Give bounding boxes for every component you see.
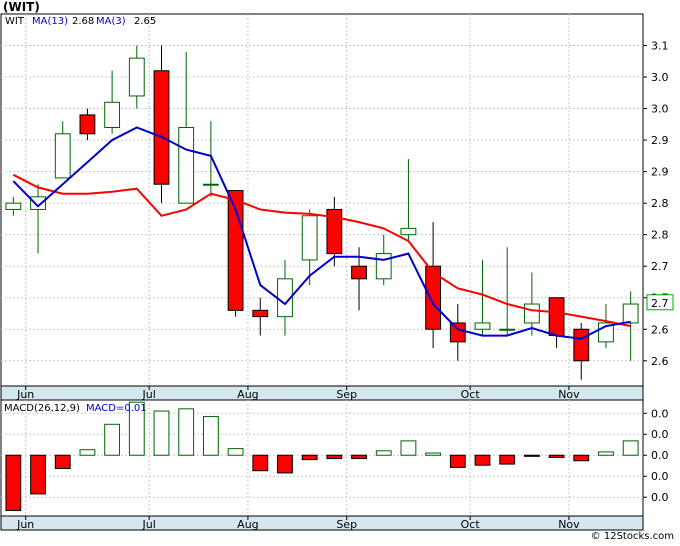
price-panel: 2.6 2.6 2.7 2.7 2.8 2.8 2.9 2.9 3.0 3.0 3.1 Jun Jul A… [0, 13, 674, 401]
x-tick-label: Nov [558, 388, 580, 401]
candle-down [153, 70, 170, 185]
macd-bar-negative [449, 454, 466, 468]
x-tick-label: Aug [237, 518, 258, 531]
y-tick-label: 3.0 [651, 103, 669, 116]
candle-up [400, 227, 417, 236]
candle-up [54, 133, 71, 179]
y-tick-label: 2.8 [651, 229, 669, 242]
x-tick-label: Oct [461, 388, 481, 401]
macd-legend-label: MACD(26,12,9) [4, 403, 80, 414]
macd-bar-negative [5, 454, 22, 511]
y-tick-label: 3.0 [651, 71, 669, 84]
macd-bar-negative [54, 454, 71, 469]
x-tick-label: Nov [558, 518, 580, 531]
macd-bar-negative [474, 454, 491, 466]
candle-up [301, 215, 318, 261]
candle-down [573, 328, 590, 362]
price-plot-area [0, 13, 644, 387]
y-tick-label: 0.0 [651, 470, 669, 483]
y-tick-label: 2.9 [651, 134, 669, 147]
x-tick-label: Oct [461, 518, 481, 531]
x-tick-label: Jul [142, 388, 156, 401]
macd-bar-negative [252, 454, 269, 472]
macd-bar-negative [277, 454, 293, 474]
macd-bar-positive [104, 423, 121, 456]
macd-bar-positive [202, 416, 219, 456]
macd-bar-positive [375, 450, 392, 456]
candle-up [622, 303, 639, 324]
macd-bar-negative [499, 454, 516, 465]
candle-up [178, 126, 195, 204]
x-axis-band [0, 385, 644, 401]
macd-bar-negative [351, 454, 367, 460]
macd-plot-area [0, 399, 644, 517]
candle-up [375, 253, 392, 280]
macd-bar-positive [400, 440, 417, 456]
legend-ma13-value: 2.68 [72, 16, 94, 27]
stock-chart: 2.6 2.6 2.7 2.7 2.8 2.8 2.9 2.9 3.0 3.0 3.1 Jun Jul A… [0, 13, 674, 531]
macd-bar-negative [548, 454, 565, 458]
macd-bar-negative [573, 454, 590, 462]
macd-bar-positive [178, 408, 195, 456]
y-tick-label: 0.0 [651, 428, 669, 441]
macd-bar-positive [598, 451, 614, 456]
watermark: © 12Stocks.com [590, 531, 674, 542]
macd-bar-negative [523, 454, 540, 457]
legend-ma3-label: MA(3) [96, 16, 126, 27]
candle-down [351, 265, 367, 280]
y-tick-label: 2.6 [651, 323, 669, 336]
x-axis-band [0, 515, 644, 531]
candle-up [104, 101, 121, 128]
macd-bar-positive [622, 440, 639, 456]
macd-bar-positive [425, 452, 442, 456]
legend-ma3-value: 2.65 [134, 16, 156, 27]
y-tick-label: 3.1 [651, 40, 669, 53]
candle-down [79, 114, 96, 135]
macd-panel: 0.0 0.0 0.0 0.0 0.0 MACD(26,12,9) MACD=0.01 Jun… [0, 399, 669, 531]
y-tick-label: 2.6 [651, 355, 669, 368]
x-tick-label: Aug [237, 388, 258, 401]
candle-up [202, 183, 219, 186]
y-tick-label: 2.9 [651, 166, 669, 179]
candle-down [449, 322, 466, 343]
legend-ma13-label: MA(13) [32, 16, 68, 27]
candle-up [5, 202, 22, 210]
candle-up [523, 303, 540, 324]
candle-up [499, 328, 516, 331]
candle-up [128, 57, 145, 97]
x-tick-label: Jun [16, 388, 34, 401]
candle-down [252, 309, 269, 318]
y-tick-label: 0.0 [651, 449, 669, 462]
y-tick-label: 2.7 [651, 260, 669, 273]
candle-down [548, 297, 565, 337]
candle-up [474, 322, 491, 330]
y-tick-label: 0.0 [651, 407, 669, 420]
macd-bar-negative [326, 454, 343, 460]
y-tick-label: 0.0 [651, 491, 669, 504]
macd-bar-negative [30, 454, 46, 495]
macd-legend-value: MACD=0.01 [86, 403, 147, 414]
macd-bar-negative [301, 454, 318, 461]
macd-bar-positive [79, 449, 96, 456]
x-tick-label: Sep [336, 518, 357, 531]
x-tick-label: Sep [336, 388, 357, 401]
x-tick-label: Jul [142, 518, 156, 531]
x-tick-label: Jun [16, 518, 34, 531]
macd-bar-positive [227, 448, 244, 456]
last-price-label: 2.7 [651, 297, 669, 310]
macd-bar-positive [153, 410, 170, 456]
y-tick-label: 2.8 [651, 197, 669, 210]
legend-ticker: WIT [5, 16, 25, 27]
